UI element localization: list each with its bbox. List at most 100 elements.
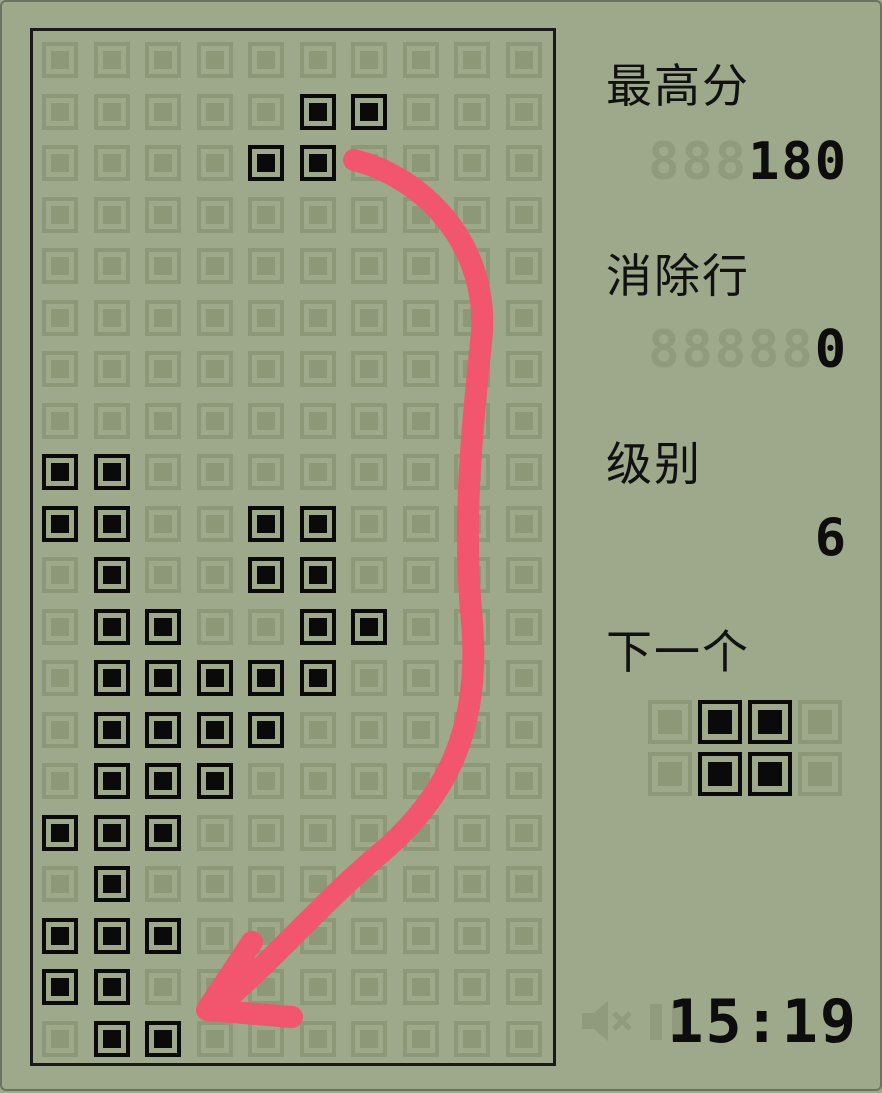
board-cell-empty [351, 763, 387, 799]
board-cell-filled [196, 660, 233, 696]
lines-cleared-label: 消除行 [606, 249, 750, 303]
board-cell-filled [93, 505, 130, 542]
board-cell-empty [145, 351, 181, 387]
board-cell-empty [351, 505, 387, 542]
board-cell-empty [505, 248, 542, 284]
level-label: 级别 [606, 437, 702, 491]
board-cell-empty [505, 1020, 542, 1057]
board-cell-empty [351, 402, 387, 439]
board-cell-filled [196, 763, 233, 799]
board-cell-filled [299, 557, 336, 593]
board-cell-empty [248, 196, 284, 233]
board-cell-filled [93, 917, 130, 954]
board-cell-empty [402, 660, 439, 696]
board-cell-empty [299, 917, 336, 954]
board-cell-empty [42, 248, 78, 284]
board-cell-empty [299, 299, 336, 336]
board-cell-filled [93, 660, 130, 696]
board-cell-empty [402, 402, 439, 439]
board-cell-filled [42, 917, 78, 954]
board-cell-empty [351, 557, 387, 593]
board-cell-empty [402, 1020, 439, 1057]
board-cell-empty [454, 969, 490, 1005]
board-cell-empty [454, 608, 490, 645]
board-cell-empty [248, 917, 284, 954]
board-cell-empty [351, 196, 387, 233]
board-cell-empty [299, 42, 336, 78]
lines-cleared-value: 0 [814, 320, 848, 380]
board-cell-empty [93, 248, 130, 284]
board-cell-empty [505, 763, 542, 799]
board-cell-empty [351, 299, 387, 336]
board-cell-filled [93, 866, 130, 902]
board-cell-empty [93, 42, 130, 78]
clock-display: 15:19 [667, 987, 858, 1057]
board-cell-empty [505, 660, 542, 696]
speaker-muted-icon[interactable] [580, 998, 636, 1044]
board-cell-filled [299, 505, 336, 542]
high-score-value: 180 [748, 132, 848, 192]
lines-ghost-digits: 88888 [648, 320, 815, 380]
board-cell-empty [505, 917, 542, 954]
next-piece-label: 下一个 [606, 625, 750, 679]
board-cell-empty [299, 454, 336, 490]
board-cell-filled [42, 814, 78, 851]
board-cell-empty [351, 711, 387, 748]
board-cell-empty [299, 866, 336, 902]
tetris-board[interactable] [30, 28, 556, 1066]
board-cell-empty [299, 196, 336, 233]
board-cell-empty [402, 505, 439, 542]
preview-cell-filled [748, 700, 792, 744]
board-cell-empty [145, 969, 181, 1005]
board-cell-filled [299, 608, 336, 645]
board-cell-empty [402, 866, 439, 902]
lines-cleared-display: 888880 [648, 320, 848, 380]
board-cell-empty [299, 969, 336, 1005]
board-cell-filled [248, 711, 284, 748]
board-cell-empty [93, 402, 130, 439]
board-cell-empty [248, 93, 284, 130]
board-cell-empty [42, 763, 78, 799]
high-score-label: 最高分 [606, 59, 750, 113]
board-cell-filled [299, 145, 336, 181]
board-cell-empty [248, 866, 284, 902]
board-cell-empty [454, 196, 490, 233]
board-cell-empty [402, 711, 439, 748]
board-cell-empty [454, 351, 490, 387]
board-cell-empty [248, 299, 284, 336]
board-cell-empty [93, 145, 130, 181]
board-cell-empty [299, 763, 336, 799]
board-cell-empty [196, 93, 233, 130]
board-cell-empty [454, 454, 490, 490]
board-cell-empty [454, 557, 490, 593]
board-cell-empty [248, 351, 284, 387]
board-cell-empty [402, 351, 439, 387]
board-cell-empty [505, 196, 542, 233]
board-cell-empty [196, 505, 233, 542]
board-cell-empty [505, 454, 542, 490]
board-cell-empty [93, 196, 130, 233]
board-cell-empty [402, 93, 439, 130]
board-cell-empty [196, 969, 233, 1005]
board-cell-empty [402, 299, 439, 336]
board-cell-empty [145, 42, 181, 78]
board-cell-empty [402, 196, 439, 233]
high-score-ghost-digits: 888 [648, 132, 749, 192]
board-cell-empty [454, 299, 490, 336]
board-cell-empty [351, 248, 387, 284]
board-cell-empty [454, 93, 490, 130]
board-cell-empty [248, 454, 284, 490]
board-cell-empty [248, 608, 284, 645]
board-cell-empty [196, 299, 233, 336]
board-cell-empty [454, 763, 490, 799]
game-frame: 最高分 888180 消除行 888880 级别 6 下一个 15:19 [0, 0, 882, 1091]
board-cell-filled [93, 608, 130, 645]
board-cell-filled [93, 454, 130, 490]
board-cell-empty [505, 42, 542, 78]
board-cell-empty [505, 557, 542, 593]
board-cell-empty [42, 42, 78, 78]
board-cell-empty [299, 711, 336, 748]
board-cell-empty [145, 145, 181, 181]
board-cell-empty [145, 505, 181, 542]
board-cell-filled [93, 763, 130, 799]
